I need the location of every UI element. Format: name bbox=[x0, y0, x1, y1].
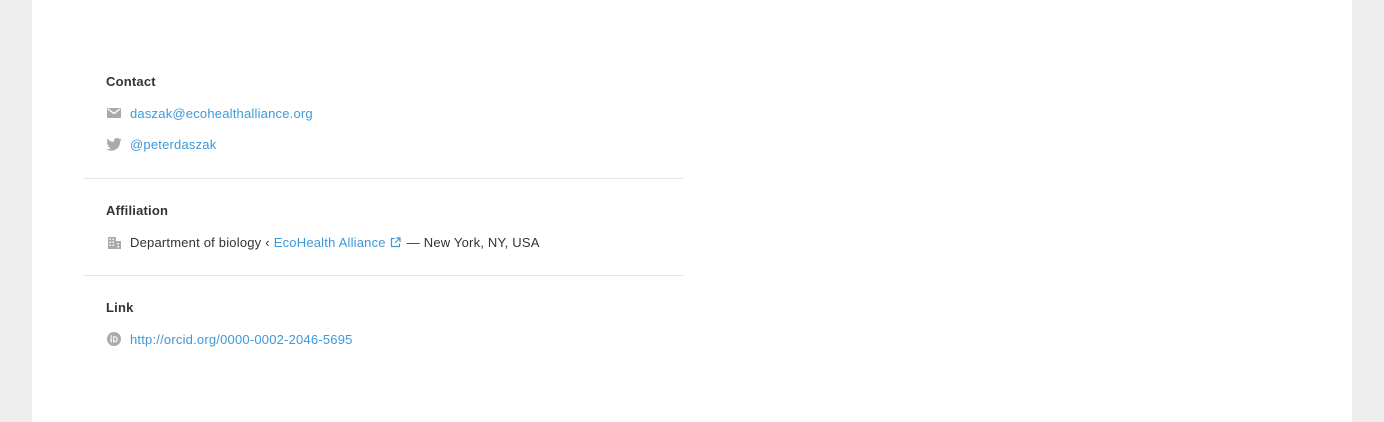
email-link[interactable]: daszak@ecohealthalliance.org bbox=[130, 106, 313, 121]
orcid-icon bbox=[106, 331, 122, 347]
link-heading: Link bbox=[106, 300, 134, 315]
twitter-link[interactable]: @peterdaszak bbox=[130, 137, 216, 152]
building-icon bbox=[106, 234, 122, 250]
twitter-row: @peterdaszak bbox=[106, 135, 216, 153]
affiliation-row: Department of biology ‹ EcoHealth Allian… bbox=[106, 233, 540, 251]
divider bbox=[83, 275, 683, 276]
profile-card: Contact daszak@ecohealthalliance.org @pe… bbox=[32, 0, 1352, 422]
divider bbox=[83, 178, 683, 179]
orcid-row: http://orcid.org/0000-0002-2046-5695 bbox=[106, 330, 353, 348]
department-text: Department of biology ‹ bbox=[130, 234, 270, 250]
email-row: daszak@ecohealthalliance.org bbox=[106, 104, 313, 122]
contact-heading: Contact bbox=[106, 74, 156, 89]
external-link-icon[interactable] bbox=[390, 236, 401, 248]
twitter-icon bbox=[106, 136, 122, 152]
affiliation-heading: Affiliation bbox=[106, 203, 169, 218]
envelope-icon bbox=[106, 105, 122, 121]
location-text: — New York, NY, USA bbox=[406, 234, 540, 250]
organization-link[interactable]: EcoHealth Alliance bbox=[274, 235, 386, 250]
orcid-link[interactable]: http://orcid.org/0000-0002-2046-5695 bbox=[130, 332, 353, 347]
